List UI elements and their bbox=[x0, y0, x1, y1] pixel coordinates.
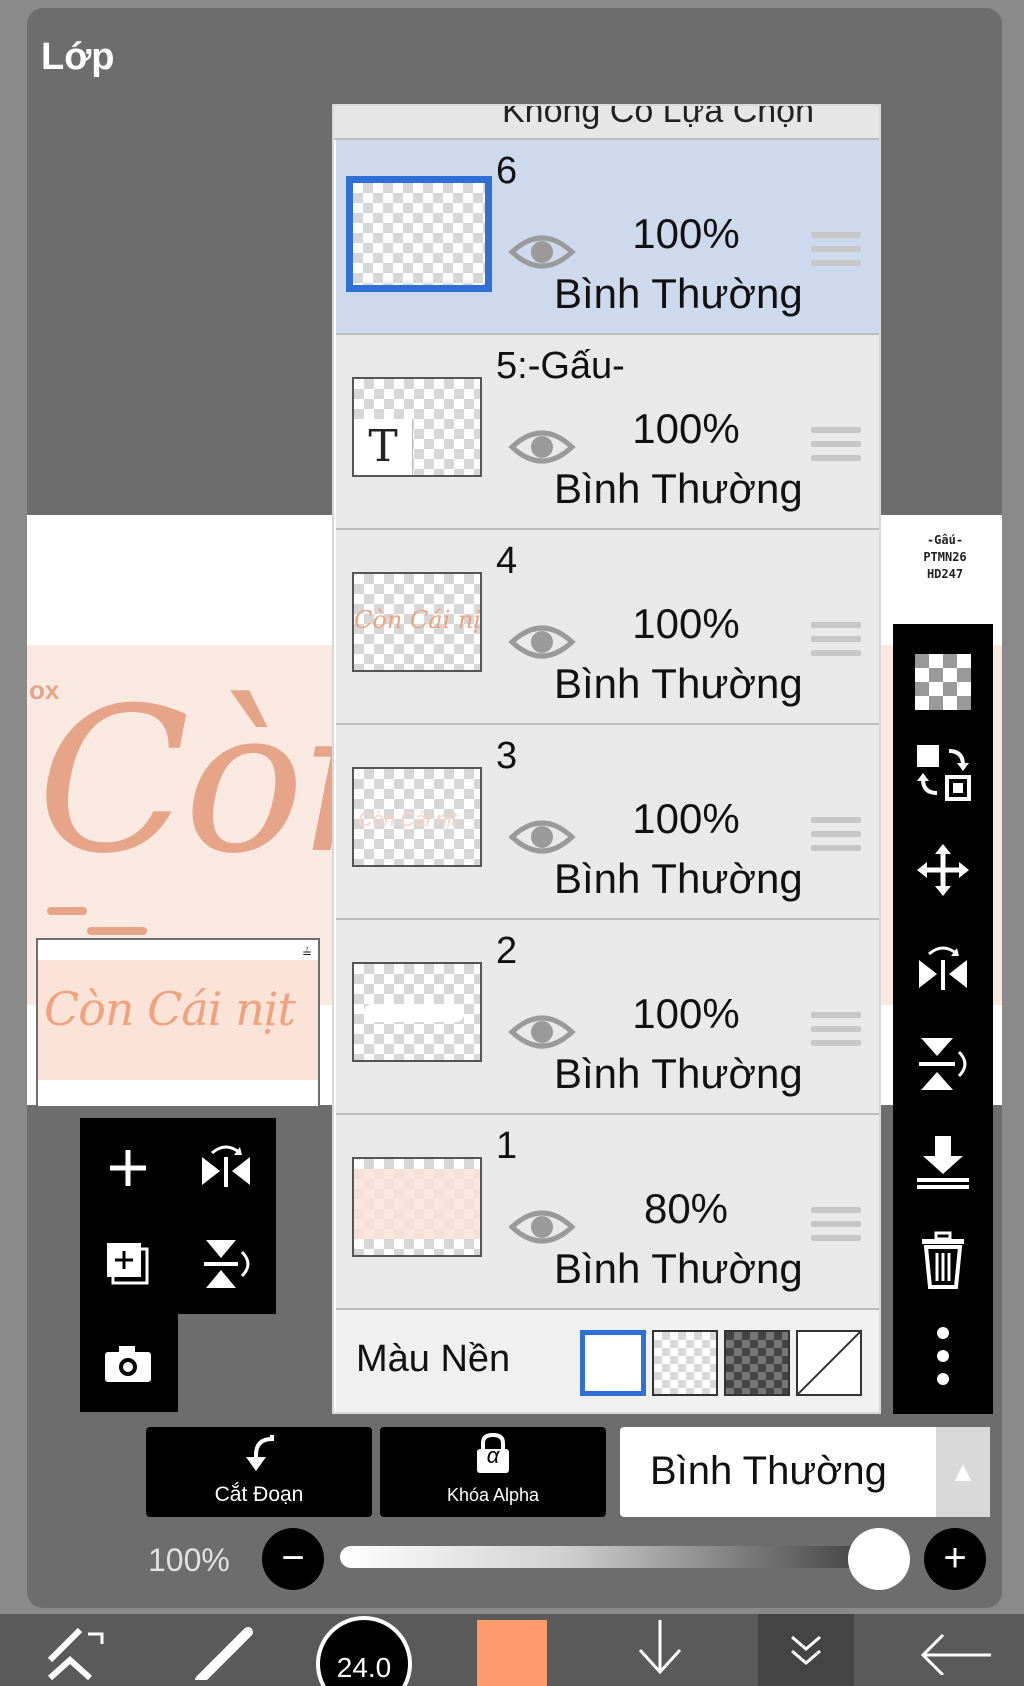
caret-up-icon[interactable]: ▲ bbox=[936, 1427, 990, 1517]
layer-opacity: 100% bbox=[632, 795, 740, 842]
layer-row-5[interactable]: T 5:-Gấu- 100% Bình Thường bbox=[336, 335, 879, 530]
layer-name: 4 bbox=[496, 540, 518, 582]
add-layer-icon[interactable] bbox=[88, 1128, 168, 1208]
layer-name: 3 bbox=[496, 735, 518, 777]
clipping-label: Cắt Đoạn bbox=[214, 1483, 304, 1506]
watermark-line: PTMN26 bbox=[923, 550, 967, 564]
flip-vertical-icon[interactable] bbox=[893, 1024, 993, 1104]
alpha-lock-icon: α bbox=[380, 1432, 606, 1485]
thumbnail-text: Còn Cái nịt bbox=[44, 982, 296, 1036]
transform-tool-icon[interactable] bbox=[30, 1614, 120, 1686]
drag-handle-icon[interactable] bbox=[811, 1012, 861, 1054]
drag-handle-icon[interactable] bbox=[811, 622, 861, 664]
brush-size-value: 24.0 bbox=[336, 1652, 392, 1683]
panel-title: Lớp bbox=[41, 36, 115, 78]
flip-horizontal-icon[interactable] bbox=[186, 1128, 266, 1208]
layer-blend-mode: Bình Thường bbox=[554, 855, 803, 902]
alpha-lock-label: Khóa Alpha bbox=[446, 1485, 540, 1505]
brush-size-button[interactable]: 24.0 bbox=[316, 1614, 412, 1686]
background-color-label: Màu Nền bbox=[356, 1338, 511, 1380]
camera-icon[interactable] bbox=[88, 1324, 168, 1404]
layer-thumb-text: Còn Cái nịt bbox=[358, 809, 457, 831]
canvas-dash bbox=[47, 907, 87, 915]
bottom-toolbar: 24.0 bbox=[0, 1614, 1024, 1686]
opacity-slider-knob[interactable] bbox=[848, 1528, 910, 1590]
layer-blend-mode: Bình Thường bbox=[554, 465, 803, 512]
alpha-lock-button[interactable]: α Khóa Alpha bbox=[380, 1427, 606, 1517]
layer-opacity: 100% bbox=[632, 990, 740, 1037]
layer-opacity: 100% bbox=[632, 600, 740, 647]
color-swatch-button[interactable] bbox=[476, 1614, 548, 1686]
back-arrow-icon[interactable] bbox=[900, 1614, 1010, 1686]
watermark-line: HD247 bbox=[926, 567, 964, 581]
canvas-thumbnail[interactable]: Còn Cái nịt ≟ bbox=[36, 938, 320, 1108]
layer-blend-mode: Bình Thường bbox=[554, 270, 803, 317]
layer-thumbnail: T bbox=[352, 377, 482, 477]
layer-blend-mode: Bình Thường bbox=[554, 660, 803, 707]
layer-thumbnail bbox=[352, 1157, 482, 1257]
opacity-slider[interactable] bbox=[340, 1546, 900, 1568]
watermark-line: -Gấu- bbox=[926, 533, 964, 547]
checkerboard-icon[interactable] bbox=[893, 642, 993, 722]
no-selection-row[interactable]: Không Có Lựa Chọn bbox=[334, 106, 879, 140]
opacity-increase-button[interactable]: + bbox=[924, 1528, 986, 1590]
thumbnail-corner-mark: ≟ bbox=[301, 946, 312, 960]
move-icon[interactable] bbox=[893, 830, 993, 910]
watermark: -Gấu- PTMN26 HD247 bbox=[900, 532, 990, 583]
layer-thumb-shape bbox=[364, 1004, 464, 1022]
layer-thumbnail bbox=[352, 962, 482, 1062]
layer-name: 6 bbox=[496, 150, 518, 192]
alpha-symbol: α bbox=[486, 1443, 500, 1468]
layer-blend-mode: Bình Thường bbox=[554, 1245, 803, 1292]
drag-handle-icon[interactable] bbox=[811, 427, 861, 469]
layer-row-6[interactable]: 6 100% Bình Thường bbox=[336, 140, 879, 335]
layer-thumbnail bbox=[346, 176, 492, 292]
more-icon[interactable] bbox=[893, 1316, 993, 1396]
clipping-button[interactable]: Cắt Đoạn bbox=[146, 1427, 372, 1517]
arrow-down-icon[interactable] bbox=[620, 1614, 700, 1686]
background-white-swatch[interactable] bbox=[580, 1330, 646, 1396]
background-none-swatch[interactable] bbox=[796, 1330, 862, 1396]
chevron-double-down-icon[interactable] bbox=[758, 1614, 854, 1686]
drag-handle-icon[interactable] bbox=[811, 817, 861, 859]
no-selection-label: Không Có Lựa Chọn bbox=[502, 106, 814, 130]
canvas-dash bbox=[87, 927, 147, 935]
layers-list[interactable]: Không Có Lựa Chọn 6 100% Bình Thường T 5… bbox=[332, 104, 881, 1414]
layer-opacity: 100% bbox=[632, 210, 740, 257]
layer-thumb-fill bbox=[354, 1169, 480, 1239]
layer-row-3[interactable]: Còn Cái nịt 3 100% Bình Thường bbox=[336, 725, 879, 920]
layer-row-4[interactable]: Còn Cái nịt 4 100% Bình Thường bbox=[336, 530, 879, 725]
layer-row-1[interactable]: 1 80% Bình Thường bbox=[336, 1115, 879, 1310]
layer-thumbnail: Còn Cái nịt bbox=[352, 767, 482, 867]
swap-layer-icon[interactable] bbox=[893, 732, 993, 812]
duplicate-layer-icon[interactable] bbox=[88, 1224, 168, 1304]
layer-opacity: 80% bbox=[643, 1185, 729, 1232]
brush-tool-icon[interactable] bbox=[180, 1614, 270, 1686]
trash-icon[interactable] bbox=[893, 1220, 993, 1300]
clip-arrow-icon bbox=[146, 1433, 372, 1483]
background-color-row: Màu Nền bbox=[336, 1310, 879, 1412]
blend-mode-value: Bình Thường bbox=[650, 1449, 887, 1493]
text-layer-icon: T bbox=[354, 419, 413, 475]
layer-opacity: 100% bbox=[632, 405, 740, 452]
merge-down-icon[interactable] bbox=[893, 1122, 993, 1202]
opacity-label: 100% bbox=[148, 1542, 230, 1578]
flip-horizontal-icon[interactable] bbox=[893, 928, 993, 1008]
blend-mode-select[interactable]: Bình Thường ▲ bbox=[620, 1427, 990, 1517]
layer-name: 2 bbox=[496, 930, 518, 972]
layer-thumb-text: Còn Cái nịt bbox=[354, 606, 482, 634]
drag-handle-icon[interactable] bbox=[811, 232, 861, 274]
layer-row-2[interactable]: 2 100% Bình Thường bbox=[336, 920, 879, 1115]
background-dark-checker-swatch[interactable] bbox=[724, 1330, 790, 1396]
flip-vertical-icon[interactable] bbox=[186, 1224, 266, 1304]
layer-name: 5:-Gấu- bbox=[496, 345, 625, 387]
background-light-checker-swatch[interactable] bbox=[652, 1330, 718, 1396]
drag-handle-icon[interactable] bbox=[811, 1207, 861, 1249]
layer-blend-mode: Bình Thường bbox=[554, 1050, 803, 1097]
right-layer-tools bbox=[893, 624, 993, 1414]
opacity-decrease-button[interactable]: − bbox=[262, 1528, 324, 1590]
layer-name: 1 bbox=[496, 1125, 518, 1167]
layer-thumbnail: Còn Cái nịt bbox=[352, 572, 482, 672]
